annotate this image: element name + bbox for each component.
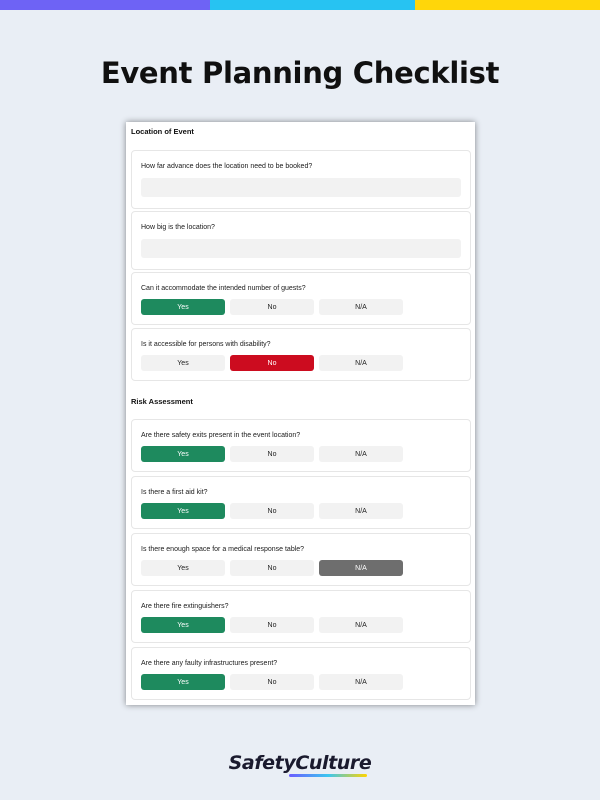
yes-button[interactable]: Yes — [141, 446, 225, 462]
answer-text-field[interactable] — [141, 178, 461, 197]
question-card: Are there any faulty infrastructures pre… — [131, 647, 471, 700]
na-button[interactable]: N/A — [319, 674, 403, 690]
question-text: Is there enough space for a medical resp… — [141, 546, 305, 553]
question-card: Are there fire extinguishers? Yes No N/A — [131, 590, 471, 643]
question-card: Is it accessible for persons with disabi… — [131, 328, 471, 381]
page-title: Event Planning Checklist — [100, 56, 500, 90]
top-bar-cyan-segment — [210, 0, 415, 10]
na-button[interactable]: N/A — [319, 299, 403, 315]
question-text: Can it accommodate the intended number o… — [141, 285, 306, 292]
question-text: Is there a first aid kit? — [141, 489, 208, 496]
no-button[interactable]: No — [230, 446, 314, 462]
question-card: Can it accommodate the intended number o… — [131, 272, 471, 325]
yes-button[interactable]: Yes — [141, 299, 225, 315]
response-options: Yes No N/A — [141, 560, 403, 576]
response-options: Yes No N/A — [141, 503, 403, 519]
checklist-sheet: Location of Event How far advance does t… — [126, 122, 475, 705]
na-button[interactable]: N/A — [319, 503, 403, 519]
yes-button[interactable]: Yes — [141, 355, 225, 371]
no-button[interactable]: No — [230, 560, 314, 576]
na-button[interactable]: N/A — [319, 355, 403, 371]
top-bar-purple-segment — [0, 0, 210, 10]
top-bar-yellow-segment — [415, 0, 600, 10]
question-card: How far advance does the location need t… — [131, 150, 471, 209]
na-button[interactable]: N/A — [319, 446, 403, 462]
logo-underline — [288, 774, 368, 777]
question-text: Is it accessible for persons with disabi… — [141, 341, 271, 348]
response-options: Yes No N/A — [141, 446, 403, 462]
question-card: Are there safety exits present in the ev… — [131, 419, 471, 472]
response-options: Yes No N/A — [141, 355, 403, 371]
safetyculture-logo: SafetyCulture — [0, 752, 600, 777]
logo-wordmark: SafetyCulture — [228, 752, 372, 777]
yes-button[interactable]: Yes — [141, 503, 225, 519]
yes-button[interactable]: Yes — [141, 674, 225, 690]
no-button[interactable]: No — [230, 355, 314, 371]
question-text: How far advance does the location need t… — [141, 163, 313, 170]
na-button[interactable]: N/A — [319, 617, 403, 633]
question-text: Are there fire extinguishers? — [141, 603, 229, 610]
no-button[interactable]: No — [230, 299, 314, 315]
response-options: Yes No N/A — [141, 299, 403, 315]
no-button[interactable]: No — [230, 674, 314, 690]
question-card: Is there a first aid kit? Yes No N/A — [131, 476, 471, 529]
yes-button[interactable]: Yes — [141, 617, 225, 633]
section-title-risk: Risk Assessment — [131, 397, 193, 406]
question-text: How big is the location? — [141, 224, 215, 231]
section-title-location: Location of Event — [131, 127, 194, 136]
question-card: Is there enough space for a medical resp… — [131, 533, 471, 586]
na-button[interactable]: N/A — [319, 560, 403, 576]
response-options: Yes No N/A — [141, 674, 403, 690]
response-options: Yes No N/A — [141, 617, 403, 633]
question-card: How big is the location? — [131, 211, 471, 270]
no-button[interactable]: No — [230, 503, 314, 519]
top-color-bar — [0, 0, 600, 10]
no-button[interactable]: No — [230, 617, 314, 633]
question-text: Are there any faulty infrastructures pre… — [141, 660, 278, 667]
question-text: Are there safety exits present in the ev… — [141, 432, 301, 439]
yes-button[interactable]: Yes — [141, 560, 225, 576]
logo-text: SafetyCulture — [228, 752, 372, 774]
answer-text-field[interactable] — [141, 239, 461, 258]
